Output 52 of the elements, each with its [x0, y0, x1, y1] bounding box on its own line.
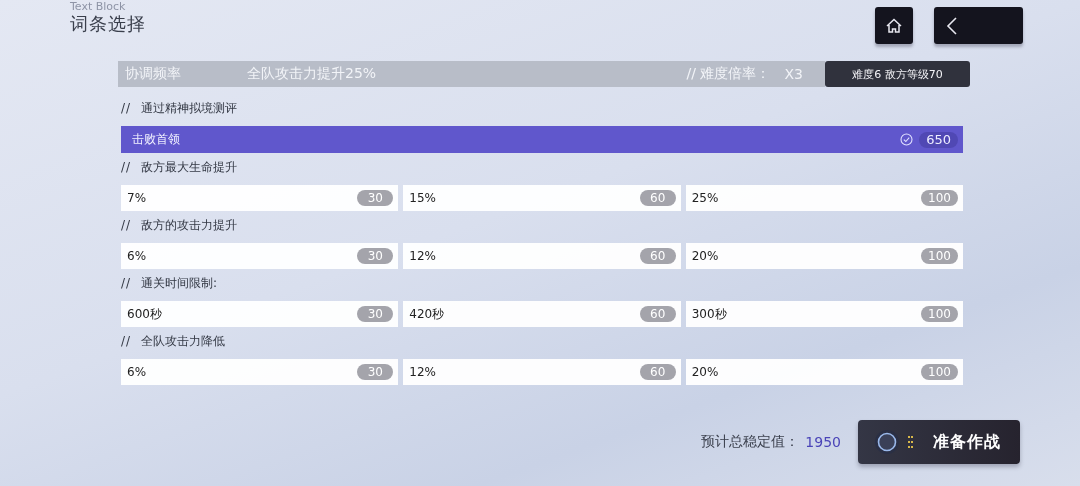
option-cell[interactable]: 15% 60: [403, 185, 681, 211]
multiplier-label: // 难度倍率：: [686, 65, 771, 83]
points-badge: 100: [921, 364, 958, 380]
points-badge: 60: [639, 306, 676, 322]
option-cell[interactable]: 600秒 30: [121, 301, 399, 327]
total-value: 1950: [805, 434, 841, 450]
points-badge: 100: [921, 306, 958, 322]
section-label: 通关时间限制:: [141, 274, 218, 292]
section-label: 敌方的攻击力提升: [141, 216, 238, 234]
option-cell[interactable]: 25% 100: [685, 185, 963, 211]
points-badge: 30: [357, 364, 394, 380]
option-cell[interactable]: 6% 30: [121, 243, 399, 269]
start-button[interactable]: 准备作战: [858, 420, 1020, 464]
home-icon: [885, 16, 903, 35]
points-badge: 100: [921, 190, 958, 206]
points-badge: 100: [921, 248, 958, 264]
section-marker: //: [121, 218, 132, 232]
section-marker: //: [121, 160, 132, 174]
points-badge: 30: [357, 190, 394, 206]
section-marker: //: [121, 276, 132, 290]
section-label: 通过精神拟境测评: [141, 99, 238, 117]
section-label: 敌方最大生命提升: [141, 158, 238, 176]
option-row[interactable]: 击败首领 650: [121, 126, 963, 153]
section-label: 全队攻击力降低: [141, 332, 226, 350]
ghost-label: Text Block: [70, 1, 127, 12]
section-marker: //: [121, 334, 132, 348]
option-cell[interactable]: 20% 100: [685, 243, 963, 269]
home-button[interactable]: [875, 7, 913, 44]
multiplier-value: X3: [784, 66, 803, 82]
ring-icon: [874, 429, 900, 455]
back-icon: [946, 15, 958, 36]
modifier-name: 协调频率: [125, 65, 182, 83]
page-title: 词条选择: [70, 13, 146, 35]
modifier-effect: 全队攻击力提升25%: [247, 65, 378, 83]
points-badge: 60: [639, 190, 676, 206]
difficulty-tag: 难度6 敌方等级70: [825, 61, 970, 87]
option-cell[interactable]: 12% 60: [403, 243, 681, 269]
dots-icon: [908, 436, 913, 448]
option-cell[interactable]: 420秒 60: [403, 301, 681, 327]
total-label: 预计总稳定值：: [701, 433, 800, 451]
points-badge: 60: [639, 364, 676, 380]
points-badge: 60: [639, 248, 676, 264]
points-badge: 650: [919, 131, 958, 148]
option-cell[interactable]: 20% 100: [685, 359, 963, 385]
check-icon: [900, 133, 914, 146]
option-cell[interactable]: 7% 30: [121, 185, 399, 211]
points-badge: 30: [357, 306, 394, 322]
option-cell[interactable]: 6% 30: [121, 359, 399, 385]
section-marker: //: [121, 101, 132, 115]
points-badge: 30: [357, 248, 394, 264]
option-cell[interactable]: 12% 60: [403, 359, 681, 385]
option-cell[interactable]: 300秒 100: [685, 301, 963, 327]
